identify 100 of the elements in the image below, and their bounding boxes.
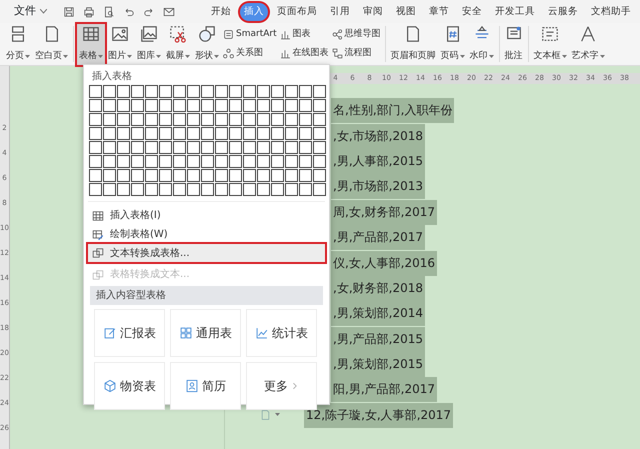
grid-cell[interactable]: [159, 85, 172, 98]
grid-cell[interactable]: [285, 183, 298, 196]
grid-cell[interactable]: [257, 113, 270, 126]
grid-cell[interactable]: [215, 169, 228, 182]
grid-cell[interactable]: [299, 85, 312, 98]
grid-cell[interactable]: [159, 127, 172, 140]
grid-cell[interactable]: [103, 99, 116, 112]
grid-cell[interactable]: [159, 141, 172, 154]
grid-cell[interactable]: [131, 127, 144, 140]
grid-cell[interactable]: [313, 169, 326, 182]
grid-cell[interactable]: [131, 113, 144, 126]
grid-cell[interactable]: [145, 113, 158, 126]
grid-cell[interactable]: [117, 169, 130, 182]
grid-cell[interactable]: [201, 99, 214, 112]
grid-cell[interactable]: [299, 113, 312, 126]
ribbon-tab[interactable]: 页面布局: [273, 2, 321, 20]
grid-cell[interactable]: [313, 155, 326, 168]
grid-cell[interactable]: [187, 85, 200, 98]
menu-item[interactable]: 文本转换成表格...: [88, 244, 325, 262]
toolbar-button[interactable]: 图表: [278, 28, 330, 42]
toolbar-button[interactable]: 图片: [106, 24, 134, 64]
grid-cell[interactable]: [159, 155, 172, 168]
toolbar-button[interactable]: 分页: [4, 24, 32, 64]
template-tile[interactable]: 物资表: [94, 362, 165, 410]
toolbar-button[interactable]: 思维导图: [330, 28, 382, 42]
grid-cell[interactable]: [173, 155, 186, 168]
template-tile[interactable]: 统计表: [246, 309, 317, 357]
toolbar-button[interactable]: 形状: [193, 24, 221, 64]
grid-cell[interactable]: [103, 113, 116, 126]
grid-cell[interactable]: [229, 141, 242, 154]
grid-cell[interactable]: [103, 155, 116, 168]
grid-cell[interactable]: [229, 85, 242, 98]
grid-cell[interactable]: [299, 99, 312, 112]
grid-cell[interactable]: [145, 169, 158, 182]
mail-icon-button[interactable]: [163, 6, 175, 18]
grid-cell[interactable]: [243, 85, 256, 98]
grid-cell[interactable]: [229, 169, 242, 182]
grid-cell[interactable]: [313, 99, 326, 112]
grid-cell[interactable]: [131, 169, 144, 182]
grid-cell[interactable]: [257, 141, 270, 154]
print-preview-icon-button[interactable]: [103, 6, 115, 18]
ribbon-tab[interactable]: 审阅: [359, 2, 387, 20]
grid-cell[interactable]: [201, 141, 214, 154]
grid-cell[interactable]: [313, 183, 326, 196]
grid-cell[interactable]: [187, 113, 200, 126]
toolbar-button[interactable]: 文本框: [532, 24, 569, 64]
grid-cell[interactable]: [117, 99, 130, 112]
grid-cell[interactable]: [229, 127, 242, 140]
toolbar-button[interactable]: 页码: [438, 24, 467, 64]
toolbar-button[interactable]: 在线图表: [278, 46, 330, 60]
grid-cell[interactable]: [215, 155, 228, 168]
menu-item[interactable]: 插入表格(I): [88, 206, 325, 225]
ribbon-tab[interactable]: 视图: [392, 2, 420, 20]
grid-cell[interactable]: [173, 169, 186, 182]
ribbon-tab[interactable]: 文档助手: [587, 2, 635, 20]
grid-cell[interactable]: [201, 183, 214, 196]
grid-cell[interactable]: [159, 183, 172, 196]
grid-cell[interactable]: [89, 113, 102, 126]
grid-cell[interactable]: [117, 141, 130, 154]
grid-cell[interactable]: [243, 169, 256, 182]
toolbar-button[interactable]: SmartArt: [222, 28, 278, 42]
grid-cell[interactable]: [131, 141, 144, 154]
grid-cell[interactable]: [131, 99, 144, 112]
grid-cell[interactable]: [89, 155, 102, 168]
grid-cell[interactable]: [257, 127, 270, 140]
grid-cell[interactable]: [103, 127, 116, 140]
grid-cell[interactable]: [285, 169, 298, 182]
file-menu[interactable]: 文件: [14, 3, 47, 20]
template-tile[interactable]: 汇报表: [94, 309, 165, 357]
grid-cell[interactable]: [257, 155, 270, 168]
toolbar-button[interactable]: 截屏: [164, 24, 192, 64]
grid-cell[interactable]: [89, 85, 102, 98]
toolbar-button[interactable]: 艺术字: [570, 24, 607, 64]
grid-cell[interactable]: [117, 85, 130, 98]
grid-cell[interactable]: [117, 155, 130, 168]
grid-cell[interactable]: [285, 85, 298, 98]
grid-cell[interactable]: [201, 85, 214, 98]
grid-cell[interactable]: [299, 127, 312, 140]
ribbon-tab[interactable]: 章节: [425, 2, 453, 20]
grid-cell[interactable]: [187, 141, 200, 154]
toolbar-button[interactable]: 流程图: [330, 46, 382, 60]
grid-cell[interactable]: [201, 113, 214, 126]
grid-cell[interactable]: [257, 169, 270, 182]
grid-cell[interactable]: [145, 85, 158, 98]
grid-cell[interactable]: [201, 155, 214, 168]
grid-cell[interactable]: [187, 183, 200, 196]
menu-item[interactable]: 绘制表格(W): [88, 225, 325, 244]
grid-cell[interactable]: [173, 127, 186, 140]
grid-cell[interactable]: [285, 113, 298, 126]
grid-cell[interactable]: [299, 183, 312, 196]
grid-cell[interactable]: [187, 127, 200, 140]
grid-cell[interactable]: [243, 113, 256, 126]
grid-cell[interactable]: [201, 169, 214, 182]
grid-cell[interactable]: [103, 169, 116, 182]
grid-cell[interactable]: [215, 141, 228, 154]
print-icon-button[interactable]: [83, 6, 95, 18]
template-tile[interactable]: 简历: [170, 362, 241, 410]
grid-cell[interactable]: [243, 155, 256, 168]
save-icon-button[interactable]: [63, 6, 75, 18]
grid-cell[interactable]: [313, 127, 326, 140]
